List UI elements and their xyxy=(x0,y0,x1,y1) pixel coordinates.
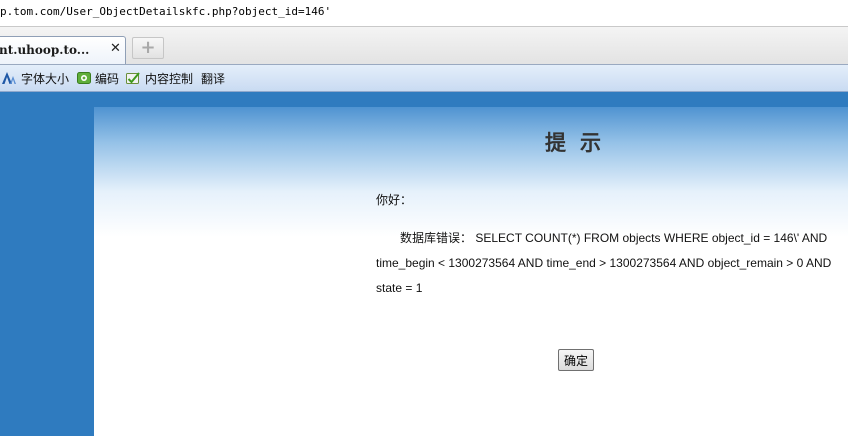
encoding-icon xyxy=(77,72,91,84)
browser-tab[interactable]: nt.uhoop.to... ✕ xyxy=(0,36,126,64)
font-size-button[interactable]: 字体大小 xyxy=(2,69,72,87)
font-size-label: 字体大小 xyxy=(21,72,70,86)
close-tab-icon[interactable]: ✕ xyxy=(110,41,121,56)
address-text[interactable]: p.tom.com/User_ObjectDetailskfc.php?obje… xyxy=(0,5,331,18)
content-control-button[interactable]: 内容控制 xyxy=(126,69,198,87)
plus-icon: + xyxy=(140,37,156,58)
greeting-text: 你好： xyxy=(376,193,413,207)
encoding-button[interactable]: 编码 xyxy=(77,69,122,87)
toolbar: 字体大小 编码 内容控制 翻译 xyxy=(0,65,848,92)
font-size-icon xyxy=(2,72,16,84)
ok-button[interactable]: 确定 xyxy=(558,349,594,371)
error-message: 数据库错误： SELECT COUNT(*) FROM objects WHER… xyxy=(376,226,836,301)
page-title: 提示 xyxy=(545,130,615,155)
translate-label: 翻译 xyxy=(201,72,226,86)
error-label: 数据库错误： xyxy=(400,231,473,245)
new-tab-button[interactable]: + xyxy=(132,37,164,59)
tab-title: nt.uhoop.to... xyxy=(0,43,90,57)
tab-strip: nt.uhoop.to... ✕ + xyxy=(0,27,848,65)
encoding-label: 编码 xyxy=(95,72,120,86)
address-bar[interactable]: p.tom.com/User_ObjectDetailskfc.php?obje… xyxy=(0,0,848,27)
content-control-icon xyxy=(126,72,140,84)
content-control-label: 内容控制 xyxy=(145,72,194,86)
translate-button[interactable]: 翻译 xyxy=(201,69,231,87)
